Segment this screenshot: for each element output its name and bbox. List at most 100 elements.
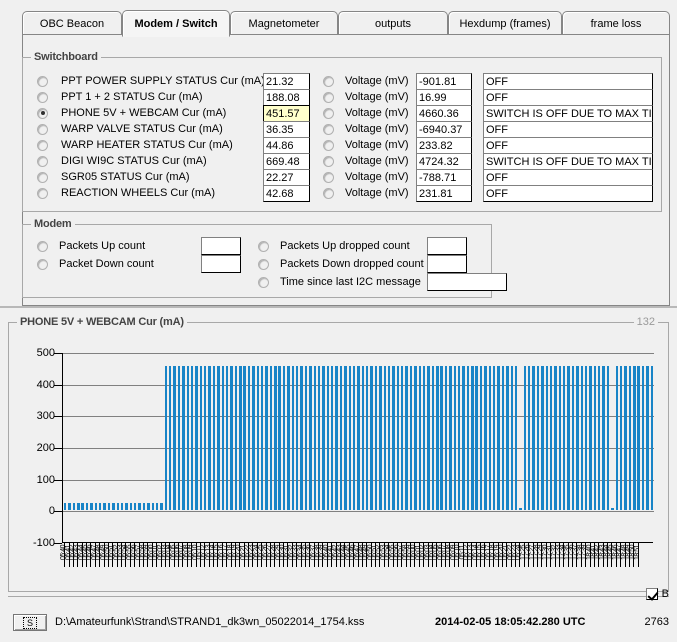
radio-button-voltage-6[interactable]: [323, 171, 334, 183]
voltage-row-0[interactable]: Voltage (mV): [323, 75, 409, 87]
radio-button-voltage-5[interactable]: [323, 155, 334, 167]
tab-modem-switch[interactable]: Modem / Switch: [122, 10, 230, 37]
current-value-field-6[interactable]: 22.27: [263, 169, 310, 186]
radio-button-modem-right-0[interactable]: [258, 240, 269, 252]
switchboard-row-1[interactable]: PPT 1 + 2 STATUS Cur (mA): [37, 91, 203, 103]
voltage-row-4[interactable]: Voltage (mV): [323, 139, 409, 151]
voltage-row-1[interactable]: Voltage (mV): [323, 91, 409, 103]
tab-frame-loss[interactable]: frame loss: [562, 11, 670, 35]
switch-status-field-4[interactable]: OFF: [483, 137, 653, 154]
tab-hexdump-frames[interactable]: Hexdump (frames): [448, 11, 562, 35]
modem-left-value-field-0[interactable]: [201, 237, 241, 255]
chart-bar: [488, 366, 492, 511]
radio-button-current-2[interactable]: [37, 107, 48, 119]
chart-bar: [514, 366, 518, 511]
radio-button-modem-left-0[interactable]: [37, 240, 48, 252]
switchboard-row-5[interactable]: DIGI WI9C STATUS Cur (mA): [37, 155, 207, 167]
switch-status-field-2[interactable]: SWITCH IS OFF DUE TO MAX TI: [483, 105, 653, 122]
chart-bar: [440, 366, 443, 511]
switchboard-row-7[interactable]: REACTION WHEELS Cur (mA): [37, 187, 215, 199]
current-value-field-7[interactable]: 42.68: [263, 185, 310, 202]
radio-button-current-6[interactable]: [37, 171, 48, 183]
voltage-row-2[interactable]: Voltage (mV): [323, 107, 409, 119]
current-value-field-4[interactable]: 44.86: [263, 137, 310, 154]
switchboard-row-6[interactable]: SGR05 STATUS Cur (mA): [37, 171, 190, 183]
current-value-field-1[interactable]: 188.08: [263, 89, 310, 106]
current-value-field-0[interactable]: 21.32: [263, 73, 310, 90]
chart-bar: [313, 366, 316, 511]
tab-outputs[interactable]: outputs: [338, 11, 448, 35]
modem-left-row-0[interactable]: Packets Up count: [37, 240, 145, 252]
voltage-row-3[interactable]: Voltage (mV): [323, 123, 409, 135]
radio-button-current-4[interactable]: [37, 139, 48, 151]
radio-button-current-5[interactable]: [37, 155, 48, 167]
switchboard-row-label: PPT 1 + 2 STATUS Cur (mA): [61, 91, 203, 103]
switch-status-field-1[interactable]: OFF: [483, 89, 653, 106]
radio-button-modem-right-1[interactable]: [258, 258, 269, 270]
chart-bar: [331, 366, 334, 511]
switch-status-field-0[interactable]: OFF: [483, 73, 653, 90]
switch-status-field-6[interactable]: OFF: [483, 169, 653, 186]
chart-b-checkbox[interactable]: [645, 588, 658, 600]
voltage-row-6[interactable]: Voltage (mV): [323, 171, 409, 183]
chart-y-tick-label: 400: [36, 378, 55, 391]
chart-bar: [190, 366, 194, 511]
switch-status-field-7[interactable]: OFF: [483, 185, 653, 202]
chart-bar: [317, 366, 321, 511]
utc-timestamp: 2014-02-05 18:05:42.280 UTC: [435, 616, 586, 628]
radio-button-voltage-0[interactable]: [323, 75, 334, 87]
voltage-value-field-2[interactable]: 4660.36: [416, 105, 472, 122]
voltage-value-field-7[interactable]: 231.81: [416, 185, 472, 202]
chart-y-tick: [54, 448, 62, 449]
chart-bar: [615, 366, 618, 511]
modem-right-row-0[interactable]: Packets Up dropped count: [258, 240, 410, 252]
radio-button-voltage-4[interactable]: [323, 139, 334, 151]
modem-right-value-field-2[interactable]: [427, 273, 507, 291]
modem-left-value-field-1[interactable]: [201, 255, 241, 273]
switchboard-row-4[interactable]: WARP HEATER STATUS Cur (mA): [37, 139, 233, 151]
radio-button-current-7[interactable]: [37, 187, 48, 199]
radio-button-current-3[interactable]: [37, 123, 48, 135]
current-value-field-3[interactable]: 36.35: [263, 121, 310, 138]
stop-button[interactable]: S: [13, 614, 47, 631]
switchboard-row-0[interactable]: PPT POWER SUPPLY STATUS Cur (mA): [37, 75, 265, 87]
radio-button-voltage-7[interactable]: [323, 187, 334, 199]
voltage-value-field-3[interactable]: -6940.37: [416, 121, 472, 138]
switchboard-row-label: REACTION WHEELS Cur (mA): [61, 187, 216, 199]
chart-title: PHONE 5V + WEBCAM Cur (mA): [17, 316, 187, 328]
chart-y-tick-label: 500: [36, 347, 55, 359]
current-value-field-5[interactable]: 669.48: [263, 153, 310, 170]
modem-right-row-2[interactable]: Time since last I2C message: [258, 276, 421, 288]
radio-button-voltage-1[interactable]: [323, 91, 334, 103]
switch-status-field-3[interactable]: OFF: [483, 121, 653, 138]
chart-b-checkbox-wrap[interactable]: B: [645, 588, 669, 600]
modem-left-row-1[interactable]: Packet Down count: [37, 258, 154, 270]
voltage-row-7[interactable]: Voltage (mV): [323, 187, 409, 199]
radio-button-current-1[interactable]: [37, 91, 48, 103]
voltage-value-field-6[interactable]: -788.71: [416, 169, 472, 186]
voltage-value-field-1[interactable]: 16.99: [416, 89, 472, 106]
modem-right-value-field-1[interactable]: [427, 255, 467, 273]
chart-bar: [120, 503, 124, 511]
voltage-value-field-5[interactable]: 4724.32: [416, 153, 472, 170]
tab-magnetometer[interactable]: Magnetometer: [230, 11, 338, 35]
chart-bar: [304, 366, 308, 511]
current-value-field-2[interactable]: 451.57: [263, 105, 310, 122]
radio-button-modem-left-1[interactable]: [37, 258, 48, 270]
modem-right-value-field-0[interactable]: [427, 237, 467, 255]
voltage-value-field-4[interactable]: 233.82: [416, 137, 472, 154]
voltage-value-field-0[interactable]: -901.81: [416, 73, 472, 90]
radio-button-current-0[interactable]: [37, 75, 48, 87]
switchboard-row-label: WARP VALVE STATUS Cur (mA): [61, 123, 223, 135]
switchboard-row-3[interactable]: WARP VALVE STATUS Cur (mA): [37, 123, 223, 135]
switchboard-row-2[interactable]: PHONE 5V + WEBCAM Cur (mA): [37, 107, 226, 119]
radio-button-modem-right-2[interactable]: [258, 276, 269, 288]
radio-button-voltage-3[interactable]: [323, 123, 334, 135]
tab-obc-beacon[interactable]: OBC Beacon: [22, 11, 122, 35]
switch-status-field-5[interactable]: SWITCH IS OFF DUE TO MAX TI: [483, 153, 653, 170]
chart-plot-area[interactable]: [54, 353, 654, 544]
radio-button-voltage-2[interactable]: [323, 107, 334, 119]
chart-bar: [99, 503, 102, 511]
modem-right-row-1[interactable]: Packets Down dropped count: [258, 258, 424, 270]
voltage-row-5[interactable]: Voltage (mV): [323, 155, 409, 167]
